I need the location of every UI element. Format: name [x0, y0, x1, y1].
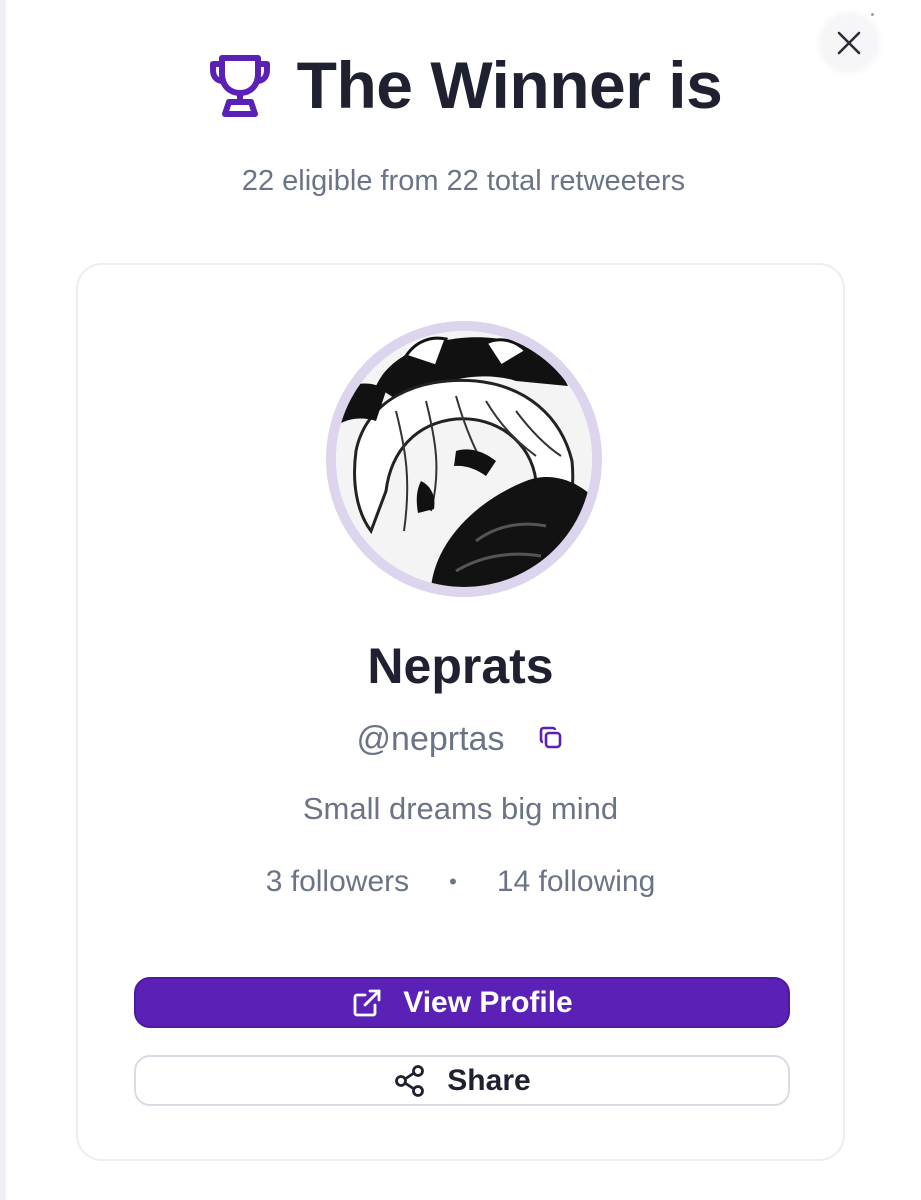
- external-link-icon: [351, 987, 383, 1019]
- avatar-ring: [326, 321, 602, 597]
- avatar: [336, 331, 592, 587]
- stats-separator: •: [449, 869, 457, 894]
- winner-modal: The Winner is 22 eligible from 22 total …: [6, 0, 921, 1200]
- modal-header: The Winner is: [6, 40, 921, 130]
- winner-bio: Small dreams big mind: [302, 791, 619, 826]
- following-count: 14 following: [496, 865, 656, 898]
- eligibility-summary: 22 eligible from 22 total retweeters: [241, 165, 686, 197]
- share-label: Share: [447, 1063, 531, 1097]
- winner-handle: @neprtas: [356, 720, 505, 758]
- share-icon: [393, 1064, 427, 1098]
- followers-count: 3 followers: [265, 865, 410, 898]
- view-profile-label: View Profile: [403, 985, 573, 1019]
- trophy-icon: [205, 50, 275, 120]
- page-title: The Winner is: [296, 48, 723, 122]
- follow-stats: 3 followers • 14 following: [78, 865, 843, 899]
- view-profile-button[interactable]: View Profile: [134, 977, 790, 1028]
- winner-card: Neprats @neprtas Small dreams big mind 3…: [76, 263, 845, 1161]
- copy-icon[interactable]: [538, 725, 564, 751]
- handle-row: @neprtas: [78, 720, 843, 759]
- decorative-dot: [871, 13, 874, 16]
- winner-name: Neprats: [367, 638, 554, 694]
- share-button[interactable]: Share: [134, 1055, 790, 1106]
